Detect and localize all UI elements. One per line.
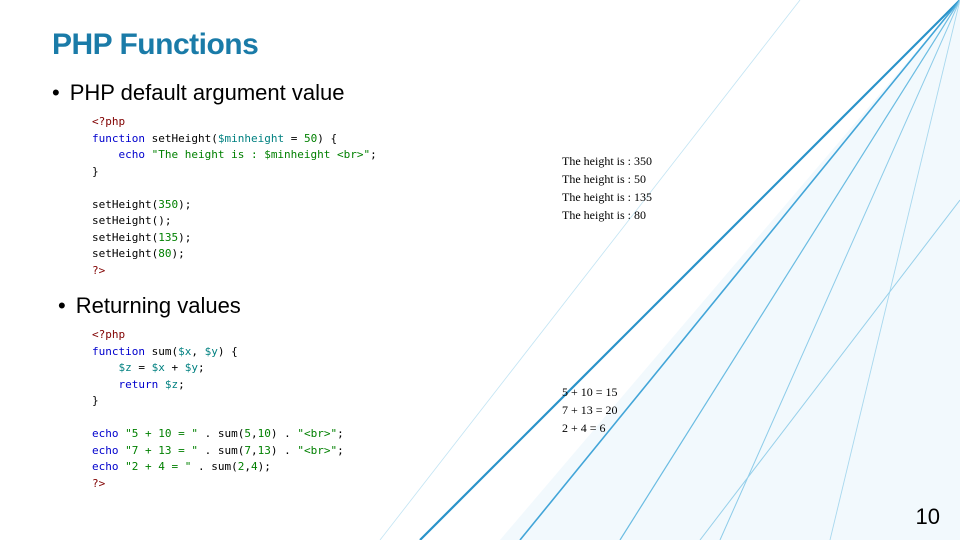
code-token: ;: [337, 444, 344, 457]
code-token: 80: [158, 247, 171, 260]
code-token: ,: [251, 444, 258, 457]
code-token: $y: [205, 345, 218, 358]
code-token: );: [178, 198, 191, 211]
code-token: );: [171, 247, 184, 260]
code-token: . sum(: [198, 444, 244, 457]
code-token: ,: [251, 427, 258, 440]
code-token: }: [92, 165, 99, 178]
code-token: "The height is : $minheight <br>": [145, 148, 370, 161]
output-line: 2 + 4 = 6: [562, 419, 618, 437]
output-line: The height is : 50: [562, 170, 652, 188]
code-token: $minheight: [218, 132, 284, 145]
bullet-dot-icon: •: [52, 80, 60, 106]
output-line: The height is : 135: [562, 188, 652, 206]
code-token: ,: [244, 460, 251, 473]
code-token: echo: [92, 444, 119, 457]
bullet-text: PHP default argument value: [70, 80, 345, 106]
code-token: sum(: [145, 345, 178, 358]
bullet-text: Returning values: [76, 293, 241, 319]
code-token: ) {: [218, 345, 238, 358]
code-token: [92, 361, 119, 374]
code-token: ) .: [271, 444, 298, 457]
code-token: );: [258, 460, 271, 473]
code-token: }: [92, 394, 99, 407]
code-token: "7 + 13 = ": [119, 444, 198, 457]
code-token: setHeight(: [92, 198, 158, 211]
code-token: $y: [185, 361, 198, 374]
code-token: ;: [337, 427, 344, 440]
bullet-default-arg: • PHP default argument value: [52, 80, 908, 106]
code-token: . sum(: [198, 427, 244, 440]
code-token: +: [165, 361, 185, 374]
code-token: "<br>": [297, 427, 337, 440]
page-number: 10: [916, 504, 940, 530]
bullet-dot-icon: •: [58, 293, 66, 319]
code-token: function: [92, 132, 145, 145]
code-token: ;: [198, 361, 205, 374]
code-token: <?php: [92, 115, 125, 128]
code-block-2: <?php function sum($x, $y) { $z = $x + $…: [92, 327, 532, 492]
code-token: ?>: [92, 264, 105, 277]
code-token: echo: [92, 148, 145, 161]
code-token: <?php: [92, 328, 125, 341]
code-token: 10: [258, 427, 271, 440]
code-token: ;: [178, 378, 185, 391]
output-line: 5 + 10 = 15: [562, 383, 618, 401]
code-token: setHeight(: [92, 231, 158, 244]
code-token: ?>: [92, 477, 105, 490]
code-token: 13: [258, 444, 271, 457]
bullet-returning-values: • Returning values: [58, 293, 908, 319]
code-token: 4: [251, 460, 258, 473]
output-line: The height is : 350: [562, 152, 652, 170]
code-token: $z: [119, 361, 132, 374]
code-token: "2 + 4 = ": [119, 460, 192, 473]
code-token: =: [132, 361, 152, 374]
code-token: ;: [370, 148, 377, 161]
code-token: . sum(: [191, 460, 237, 473]
output-block-2: 5 + 10 = 15 7 + 13 = 20 2 + 4 = 6: [562, 383, 618, 437]
output-line: 7 + 13 = 20: [562, 401, 618, 419]
code-token: return: [92, 378, 158, 391]
output-block-1: The height is : 350 The height is : 50 T…: [562, 152, 652, 224]
code-token: setHeight(: [92, 247, 158, 260]
code-token: $x: [178, 345, 191, 358]
code-token: "5 + 10 = ": [119, 427, 198, 440]
code-token: ,: [191, 345, 204, 358]
example-2: <?php function sum($x, $y) { $z = $x + $…: [92, 327, 908, 492]
code-token: 350: [158, 198, 178, 211]
code-token: $x: [152, 361, 165, 374]
slide: PHP Functions • PHP default argument val…: [0, 0, 960, 540]
code-token: echo: [92, 427, 119, 440]
code-token: "<br>": [297, 444, 337, 457]
code-token: =: [284, 132, 304, 145]
code-token: $z: [158, 378, 178, 391]
code-token: 50: [304, 132, 317, 145]
code-token: ) {: [317, 132, 337, 145]
example-1: <?php function setHeight($minheight = 50…: [92, 114, 908, 279]
code-block-1: <?php function setHeight($minheight = 50…: [92, 114, 532, 279]
code-token: 7: [244, 444, 251, 457]
code-token: );: [178, 231, 191, 244]
code-token: ) .: [271, 427, 298, 440]
output-line: The height is : 80: [562, 206, 652, 224]
code-token: 5: [244, 427, 251, 440]
code-token: 135: [158, 231, 178, 244]
code-token: setHeight(: [145, 132, 218, 145]
code-token: function: [92, 345, 145, 358]
slide-title: PHP Functions: [52, 28, 908, 62]
code-token: setHeight();: [92, 214, 171, 227]
code-token: echo: [92, 460, 119, 473]
